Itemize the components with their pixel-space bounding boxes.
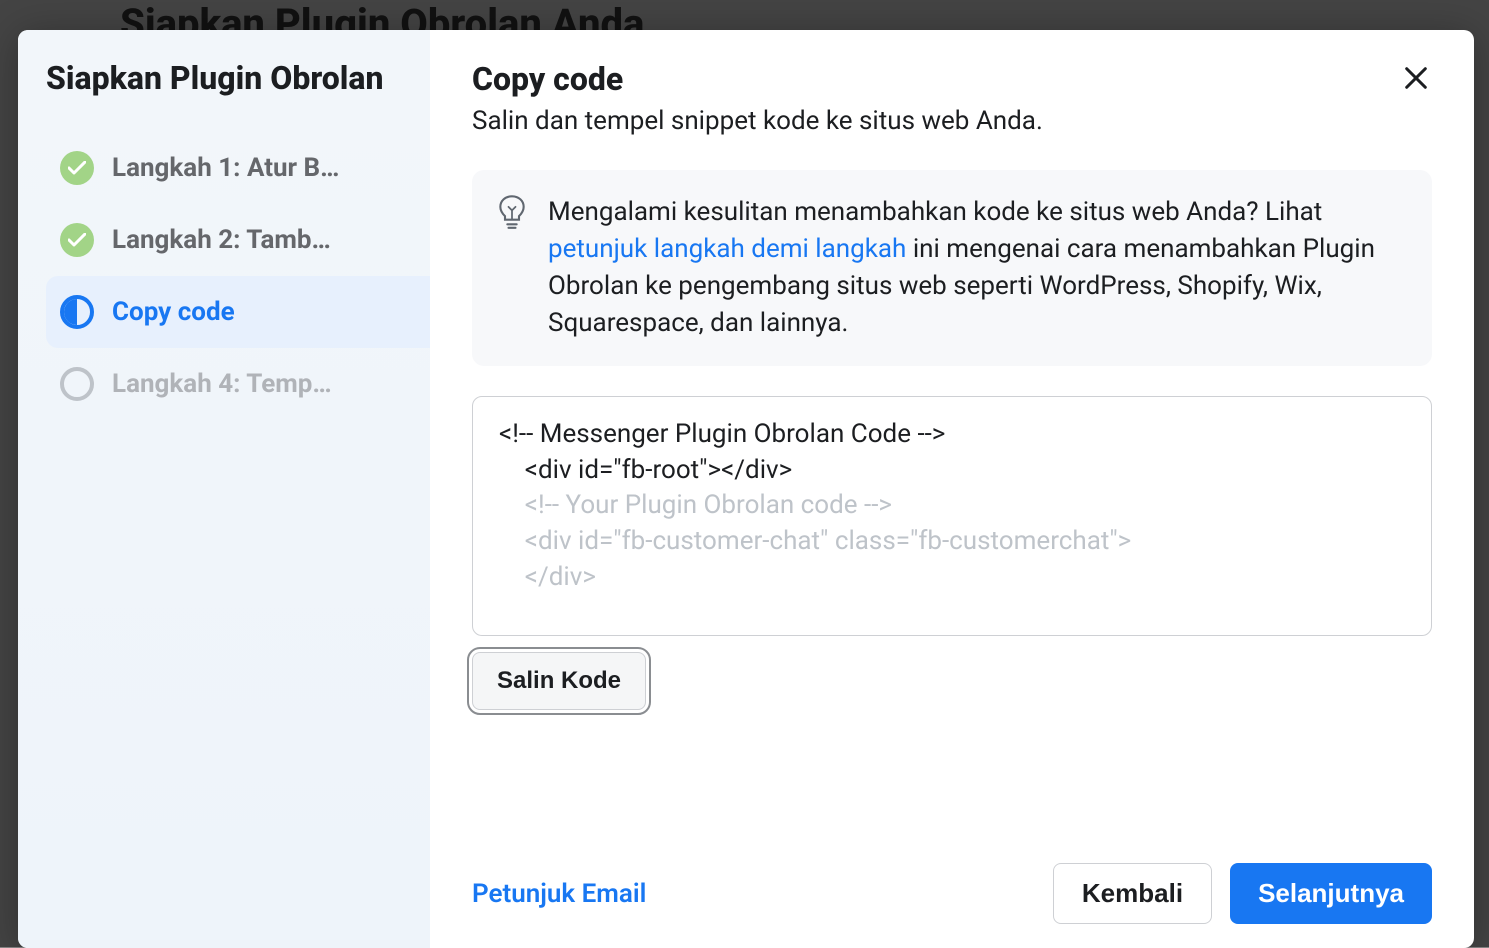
modal-footer: Petunjuk Email Kembali Selanjutnya (472, 863, 1432, 924)
step-1[interactable]: Langkah 1: Atur B… (46, 132, 430, 204)
code-line: <div id="fb-root"></div> (499, 453, 1405, 489)
email-instructions-link[interactable]: Petunjuk Email (472, 879, 646, 909)
check-icon (60, 223, 94, 257)
lightbulb-icon (498, 194, 526, 228)
step-3-current[interactable]: Copy code (46, 276, 430, 348)
code-line: </div> (499, 560, 1405, 596)
back-button[interactable]: Kembali (1053, 863, 1212, 924)
main-panel: Copy code Salin dan tempel snippet kode … (430, 30, 1474, 948)
tip-text: Mengalami kesulitan menambahkan kode ke … (548, 194, 1402, 342)
step-list: Langkah 1: Atur B… Langkah 2: Tamb… Copy… (46, 132, 430, 420)
next-button[interactable]: Selanjutnya (1230, 863, 1432, 924)
instructions-link[interactable]: petunjuk langkah demi langkah (548, 234, 906, 264)
step-label: Langkah 2: Tamb… (112, 225, 331, 255)
page-title: Copy code (472, 60, 1432, 98)
footer-button-group: Kembali Selanjutnya (1053, 863, 1432, 924)
code-snippet-box[interactable]: <!-- Messenger Plugin Obrolan Code --> <… (472, 396, 1432, 636)
wizard-sidebar: Siapkan Plugin Obrolan Langkah 1: Atur B… (18, 30, 430, 948)
tip-text-before: Mengalami kesulitan menambahkan kode ke … (548, 197, 1322, 227)
tip-box: Mengalami kesulitan menambahkan kode ke … (472, 170, 1432, 366)
close-button[interactable] (1394, 56, 1438, 100)
page-subtitle: Salin dan tempel snippet kode ke situs w… (472, 106, 1432, 136)
code-line: <!-- Messenger Plugin Obrolan Code --> (499, 417, 1405, 453)
check-icon (60, 151, 94, 185)
copy-code-button[interactable]: Salin Kode (472, 652, 646, 710)
step-2[interactable]: Langkah 2: Tamb… (46, 204, 430, 276)
empty-circle-icon (60, 367, 94, 401)
close-icon (1402, 64, 1430, 92)
step-label: Copy code (112, 297, 235, 327)
code-line: <div id="fb-customer-chat" class="fb-cus… (499, 524, 1405, 560)
setup-modal: Siapkan Plugin Obrolan Langkah 1: Atur B… (18, 30, 1474, 948)
step-label: Langkah 1: Atur B… (112, 153, 339, 183)
code-line: <!-- Your Plugin Obrolan code --> (499, 488, 1405, 524)
step-4[interactable]: Langkah 4: Temp… (46, 348, 430, 420)
half-circle-icon (60, 295, 94, 329)
sidebar-title: Siapkan Plugin Obrolan (46, 58, 430, 98)
step-label: Langkah 4: Temp… (112, 369, 332, 399)
